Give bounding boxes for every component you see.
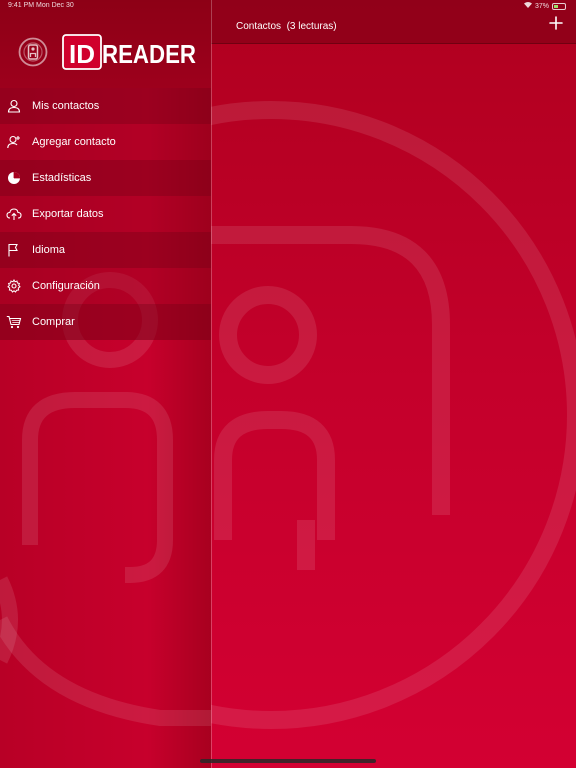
sidebar-item-comprar[interactable]: Comprar: [0, 304, 211, 340]
sidebar-item-configuracion[interactable]: Configuración: [0, 268, 211, 304]
person-icon: [6, 98, 22, 114]
split-divider: [211, 0, 212, 768]
add-contact-button[interactable]: [548, 16, 564, 32]
sidebar-item-mis-contactos[interactable]: Mis contactos: [0, 88, 211, 124]
sidebar-item-label: Agregar contacto: [32, 136, 116, 148]
flag-icon: [6, 242, 22, 258]
status-bar: 9:41 PM Mon Dec 30 37%: [0, 0, 576, 12]
sidebar-item-label: Comprar: [32, 316, 75, 328]
battery-percent: 37%: [534, 2, 549, 10]
status-time: 9:41 PM Mon Dec 30: [8, 2, 74, 9]
sidebar: ID READER Mis contactos Agregar contacto…: [0, 0, 211, 768]
sidebar-header: ID READER: [0, 0, 211, 88]
sidebar-item-estadisticas[interactable]: Estadísticas: [0, 160, 211, 196]
sidebar-item-label: Mis contactos: [32, 100, 100, 112]
sidebar-item-agregar-contacto[interactable]: Agregar contacto: [0, 124, 211, 160]
cloud-upload-icon: [6, 206, 22, 222]
sidebar-item-label: Estadísticas: [32, 172, 92, 184]
sidebar-item-exportar-datos[interactable]: Exportar datos: [0, 196, 211, 232]
sidebar-item-label: Idioma: [32, 244, 66, 256]
logo-icon: [18, 37, 48, 72]
gear-icon: [6, 278, 22, 294]
logo-wordmark: ID READER: [62, 34, 198, 77]
sidebar-item-idioma[interactable]: Idioma: [0, 232, 211, 268]
add-person-icon: [6, 134, 22, 150]
cart-icon: [6, 314, 22, 330]
background-watermark: [211, 101, 576, 729]
battery-icon: [552, 2, 566, 10]
home-indicator[interactable]: [200, 759, 376, 763]
page-title: Contactos (3 lecturas): [236, 21, 337, 32]
wifi-icon: [523, 2, 532, 10]
sidebar-item-label: Configuración: [32, 280, 100, 292]
pie-chart-icon: [6, 170, 22, 186]
status-right: 37%: [523, 2, 566, 10]
svg-text:ID: ID: [69, 39, 95, 69]
sidebar-menu: Mis contactos Agregar contacto Estadísti…: [0, 88, 211, 340]
svg-text:READER: READER: [102, 39, 196, 69]
main-panel: Contactos (3 lecturas): [211, 0, 576, 768]
plus-icon: [549, 16, 563, 30]
sidebar-item-label: Exportar datos: [32, 208, 104, 220]
